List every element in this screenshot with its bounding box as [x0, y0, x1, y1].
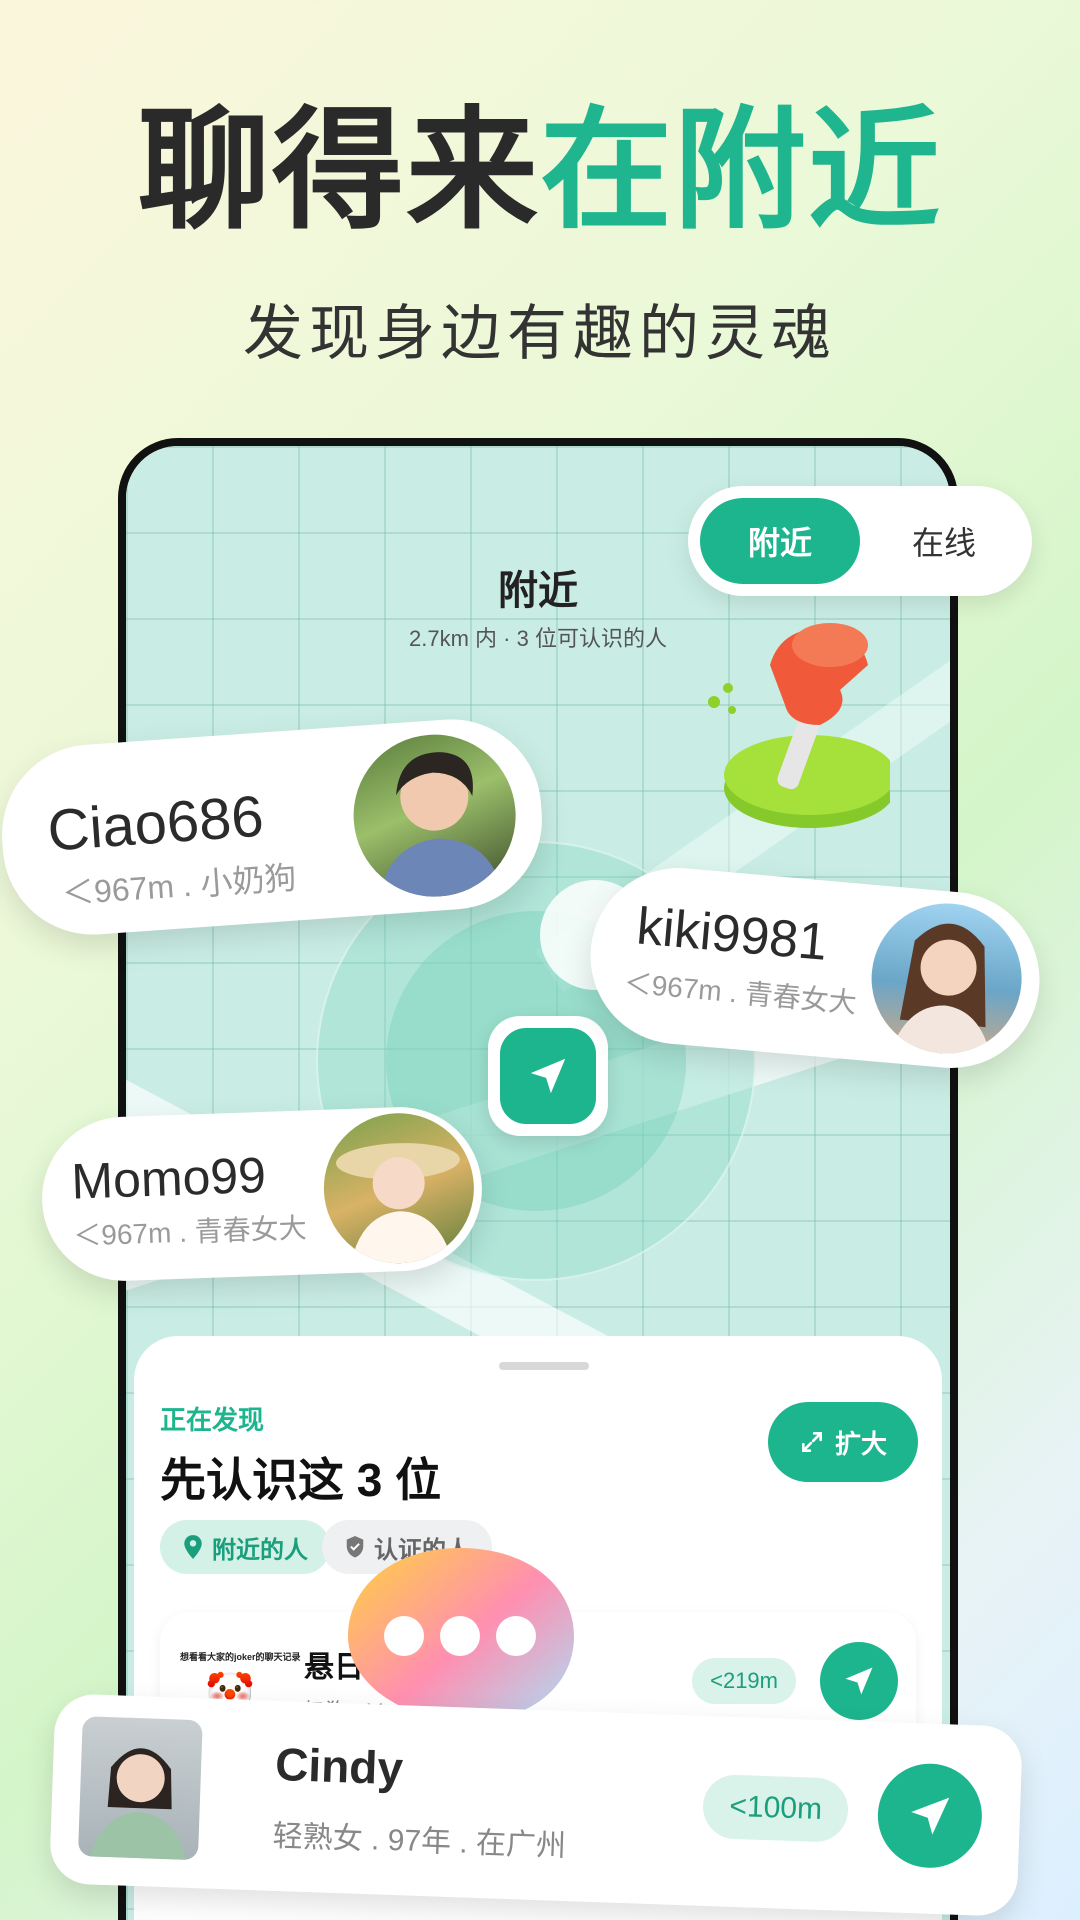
- discover-title: 先认识这 3 位: [160, 1454, 442, 1506]
- discover-label: 正在发现: [160, 1405, 265, 1435]
- profile-card[interactable]: Ciao686 ＜967m . 小奶狗: [0, 713, 548, 941]
- avatar: [77, 1716, 203, 1861]
- distance-badge: <100m: [702, 1773, 850, 1843]
- hero-title-green: 在附近: [540, 94, 942, 248]
- locate-button[interactable]: [488, 1016, 608, 1136]
- profile-meta: ＜967m . 青春女大: [72, 1212, 308, 1252]
- tab-online[interactable]: 在线: [864, 498, 1024, 584]
- hero-title: 聊得来在附近: [0, 105, 1080, 237]
- avatar: [348, 729, 522, 903]
- chip-nearby-label: 附近的人: [212, 1536, 308, 1564]
- nearby-online-toggle: 附近 在线: [688, 486, 1032, 596]
- sheet-handle[interactable]: [499, 1362, 589, 1370]
- location-pin-icon: [184, 1535, 202, 1559]
- expand-label: 扩大: [834, 1428, 887, 1459]
- hero-subtitle: 发现身边有趣的灵魂: [243, 299, 837, 369]
- profile-name: Cindy: [274, 1737, 404, 1795]
- profile-meta: 轻熟女 . 97年 . 在广州: [272, 1819, 567, 1864]
- chip-nearby[interactable]: 附近的人: [160, 1520, 330, 1574]
- expand-button[interactable]: 扩大: [768, 1402, 918, 1482]
- avatar: [865, 897, 1028, 1060]
- navigation-arrow-icon: [911, 1797, 950, 1835]
- pushpin-icon: [708, 623, 890, 828]
- navigate-button[interactable]: [876, 1761, 984, 1870]
- navigation-arrow-icon: [530, 1058, 566, 1094]
- profile-name: kiki9981: [634, 897, 830, 972]
- profile-meta: ＜967m . 小奶狗: [60, 859, 298, 912]
- avatar: [321, 1110, 477, 1266]
- featured-profile-card[interactable]: Cindy 轻熟女 . 97年 . 在广州 <100m: [48, 1693, 1024, 1917]
- navigate-button[interactable]: [820, 1642, 898, 1720]
- profile-card[interactable]: Momo99 ＜967m . 青春女大: [39, 1104, 485, 1284]
- avatar-caption: 想看看大家的joker的聊天记录: [180, 1652, 301, 1662]
- distance-badge: <219m: [692, 1658, 796, 1704]
- profile-name: Ciao686: [45, 783, 266, 864]
- profile-name: Momo99: [70, 1146, 267, 1210]
- navigation-arrow-icon: [845, 1667, 873, 1695]
- hero-title-dark: 聊得来: [138, 94, 540, 248]
- expand-icon: [802, 1432, 822, 1452]
- tab-nearby[interactable]: 附近: [700, 498, 860, 584]
